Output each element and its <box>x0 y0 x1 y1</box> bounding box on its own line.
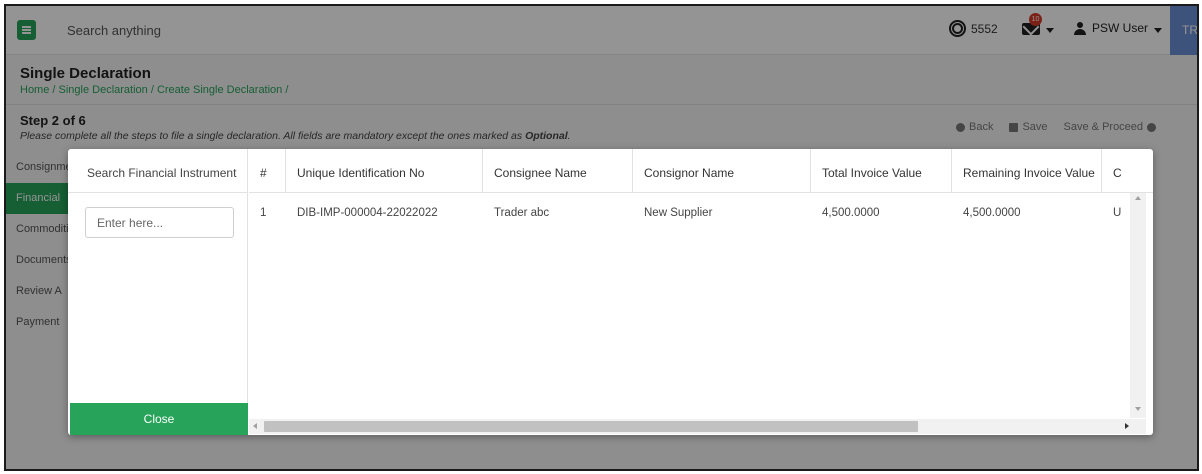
cell-total-invoice: 4,500.0000 <box>822 207 880 219</box>
horizontal-scrollbar[interactable] <box>249 419 1146 434</box>
table-header: # Unique Identification No Consignee Nam… <box>249 149 1153 193</box>
cell-unique-id: DIB-IMP-000004-22022022 <box>297 207 438 219</box>
search-panel-title: Search Financial Instrument <box>68 149 248 193</box>
financial-instrument-table: # Unique Identification No Consignee Nam… <box>249 149 1153 435</box>
modal-search-panel: Search Financial Instrument Close <box>68 149 248 435</box>
cell-remaining-invoice: 4,500.0000 <box>963 207 1021 219</box>
financial-instrument-modal: Search Financial Instrument Close # Uniq… <box>68 149 1153 435</box>
scroll-down-icon[interactable] <box>1135 407 1141 411</box>
scroll-right-icon[interactable] <box>1125 423 1129 429</box>
column-header[interactable]: Consignee Name <box>483 149 633 193</box>
cell-number: 1 <box>260 207 267 219</box>
column-header[interactable]: # <box>249 149 286 193</box>
vertical-scrollbar[interactable] <box>1130 193 1146 418</box>
column-header[interactable]: C <box>1102 149 1153 193</box>
app-window: Search anything 5552 10 PSW User TR Sing… <box>4 4 1199 471</box>
financial-instrument-search-input[interactable] <box>85 207 234 238</box>
column-header[interactable]: Consignor Name <box>633 149 811 193</box>
close-button[interactable]: Close <box>70 403 248 435</box>
scroll-up-icon[interactable] <box>1135 196 1141 200</box>
cell-consignor: New Supplier <box>644 207 713 219</box>
column-header[interactable]: Remaining Invoice Value <box>952 149 1102 193</box>
table-row[interactable]: 1 DIB-IMP-000004-22022022 Trader abc New… <box>249 201 1153 219</box>
column-header[interactable]: Total Invoice Value <box>811 149 952 193</box>
scroll-left-icon[interactable] <box>253 423 257 429</box>
scrollbar-thumb[interactable] <box>264 421 918 432</box>
cell-consignee: Trader abc <box>494 207 550 219</box>
column-header[interactable]: Unique Identification No <box>286 149 483 193</box>
